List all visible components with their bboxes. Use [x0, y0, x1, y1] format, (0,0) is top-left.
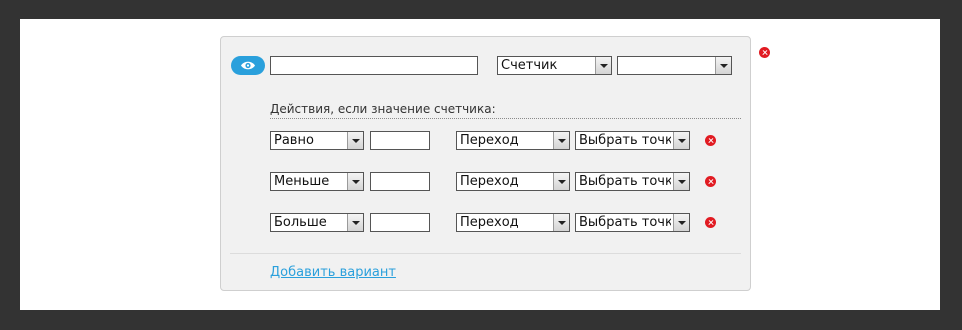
target-point-select-value: Выбрать точку	[579, 174, 671, 189]
condition-value-input[interactable]	[370, 131, 430, 150]
chevron-down-icon	[553, 173, 569, 190]
counter-block-panel: Счетчик Действия, если значение счетчика…	[220, 36, 751, 291]
section-divider	[270, 118, 741, 119]
target-point-select[interactable]: Выбрать точку	[575, 213, 690, 232]
counter-select[interactable]	[617, 56, 732, 75]
target-point-select[interactable]: Выбрать точку	[575, 172, 690, 191]
footer-divider	[230, 253, 741, 254]
eye-icon	[241, 61, 255, 70]
condition-select-value: Равно	[274, 133, 314, 148]
condition-select[interactable]: Равно	[270, 131, 364, 150]
target-point-select-value: Выбрать точку	[579, 133, 671, 148]
condition-value-input[interactable]	[370, 213, 430, 232]
add-variant-link[interactable]: Добавить вариант	[270, 265, 396, 280]
chevron-down-icon	[553, 214, 569, 231]
action-select-value: Переход	[460, 174, 519, 189]
chevron-down-icon	[347, 132, 363, 149]
chevron-down-icon	[673, 173, 689, 190]
condition-select-value: Меньше	[274, 174, 330, 189]
action-select[interactable]: Переход	[456, 213, 570, 232]
chevron-down-icon	[347, 214, 363, 231]
remove-icon[interactable]	[705, 217, 716, 228]
action-select-value: Переход	[460, 133, 519, 148]
remove-icon[interactable]	[759, 47, 770, 58]
remove-icon[interactable]	[705, 135, 716, 146]
chevron-down-icon	[553, 132, 569, 149]
action-select-value: Переход	[460, 215, 519, 230]
actions-section-title: Действия, если значение счетчика:	[270, 102, 496, 116]
block-type-select-value: Счетчик	[501, 58, 558, 73]
target-point-select[interactable]: Выбрать точку	[575, 131, 690, 150]
block-type-select[interactable]: Счетчик	[497, 56, 612, 75]
visibility-toggle-button[interactable]	[231, 56, 265, 75]
block-name-input[interactable]	[270, 56, 478, 75]
chevron-down-icon	[673, 132, 689, 149]
action-select[interactable]: Переход	[456, 131, 570, 150]
condition-value-input[interactable]	[370, 172, 430, 191]
chevron-down-icon	[673, 214, 689, 231]
chevron-down-icon	[347, 173, 363, 190]
chevron-down-icon	[715, 57, 731, 74]
condition-select-value: Больше	[274, 215, 327, 230]
page-canvas: Счетчик Действия, если значение счетчика…	[20, 19, 940, 310]
remove-icon[interactable]	[705, 176, 716, 187]
condition-select[interactable]: Меньше	[270, 172, 364, 191]
condition-select[interactable]: Больше	[270, 213, 364, 232]
target-point-select-value: Выбрать точку	[579, 215, 671, 230]
action-select[interactable]: Переход	[456, 172, 570, 191]
chevron-down-icon	[595, 57, 611, 74]
